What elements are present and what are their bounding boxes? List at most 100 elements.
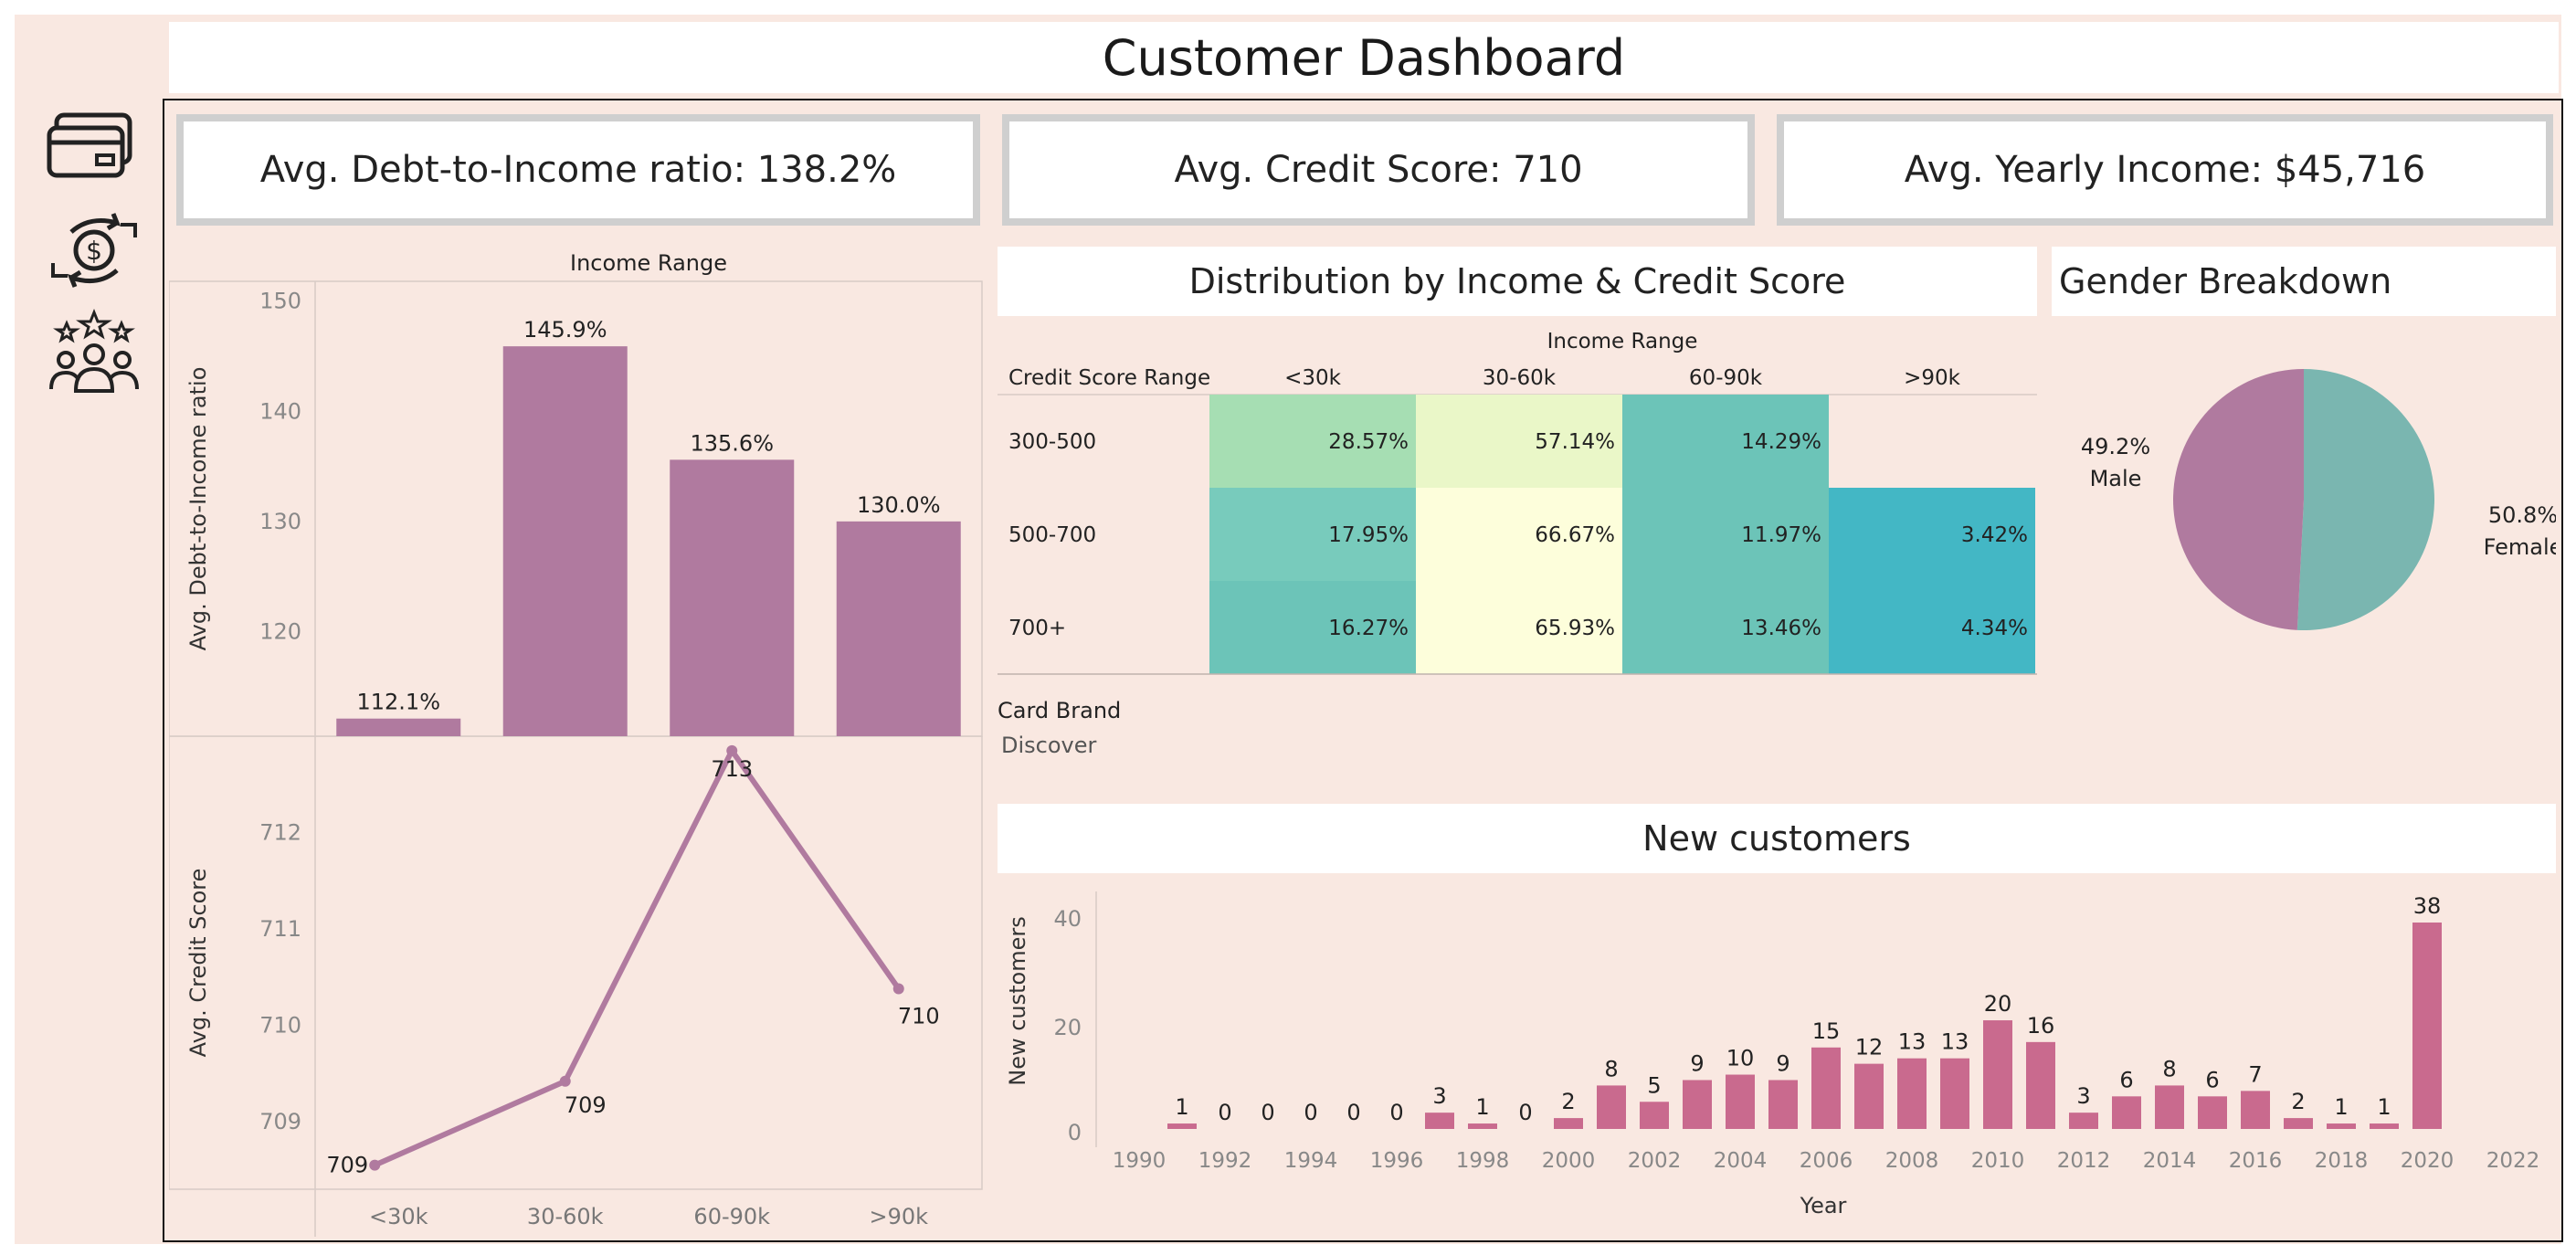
new-y-axis-label: New customers <box>1005 916 1030 1086</box>
dti-bar[interactable] <box>336 718 461 736</box>
year-x-tick: 1994 <box>1284 1149 1338 1173</box>
new-customers-bar-label: 9 <box>1776 1050 1789 1076</box>
pie-slice-female[interactable] <box>2296 369 2434 630</box>
new-y-tick: 40 <box>1053 906 1082 932</box>
year-x-tick: 1996 <box>1370 1149 1424 1173</box>
new-customers-bar-label: 13 <box>1941 1029 1969 1055</box>
new-customers-title: New customers <box>998 804 2556 873</box>
dti-bar-label: 145.9% <box>523 317 607 343</box>
credit-point[interactable] <box>559 1075 571 1087</box>
new-customers-bar[interactable] <box>1167 1123 1197 1129</box>
pie-value-label: 50.8% <box>2488 502 2556 528</box>
year-x-tick: 1992 <box>1198 1149 1252 1173</box>
credit-point-label: 710 <box>898 1003 940 1028</box>
pie-slice-male[interactable] <box>2173 369 2304 630</box>
dti-bar[interactable] <box>502 346 628 736</box>
heatmap-row-header: Credit Score Range <box>1008 366 1210 390</box>
credit-score-line-chart: Avg. Credit Score 709 710 711 712 709 709 713 71… <box>169 736 983 1237</box>
new-customers-bar[interactable] <box>1940 1058 1969 1129</box>
new-customers-bar-label: 8 <box>2162 1056 2176 1081</box>
new-customers-bar[interactable] <box>1597 1085 1626 1129</box>
new-customers-bar[interactable] <box>2026 1041 2055 1129</box>
new-customers-bar[interactable] <box>2241 1091 2270 1129</box>
heatmap-cell-value: 3.42% <box>1961 523 2028 547</box>
year-x-tick: 2006 <box>1800 1149 1853 1173</box>
new-customers-bar[interactable] <box>1683 1080 1712 1129</box>
new-customers-bar[interactable] <box>1811 1047 1841 1129</box>
new-customers-bar-label: 5 <box>1647 1072 1661 1098</box>
new-customers-bar-label: 0 <box>1518 1100 1532 1125</box>
credit-y-axis-label: Avg. Credit Score <box>185 869 211 1058</box>
income-x-tick: >90k <box>869 1204 928 1229</box>
dti-bar-label: 135.6% <box>690 430 774 456</box>
credit-point-label: 709 <box>326 1153 368 1178</box>
new-customers-bar-label: 9 <box>1690 1050 1704 1076</box>
credit-point[interactable] <box>726 744 738 756</box>
new-customers-bar[interactable] <box>1768 1080 1798 1129</box>
credit-line <box>374 747 902 1168</box>
credit-point[interactable] <box>892 983 904 995</box>
new-customers-bar-label: 0 <box>1304 1100 1317 1125</box>
new-customers-bar-label: 6 <box>2119 1067 2133 1092</box>
new-customers-bar[interactable] <box>1640 1102 1669 1129</box>
heatmap-row-label: 500-700 <box>1008 523 1096 547</box>
pie-category-label: Male <box>2090 466 2142 491</box>
new-customers-bar[interactable] <box>2327 1123 2356 1129</box>
debt-to-income-bar-chart: Income Range Avg. Debt-to-Income ratio 120… <box>169 250 983 737</box>
credit-point-label: 709 <box>565 1092 607 1118</box>
year-x-tick: 2004 <box>1714 1149 1768 1173</box>
kpi-debt-to-income: Avg. Debt-to-Income ratio: 138.2% <box>176 114 980 226</box>
new-customers-bar[interactable] <box>2198 1096 2227 1129</box>
gender-title: Gender Breakdown <box>2052 247 2556 316</box>
new-customers-bar-label: 2 <box>2291 1089 2305 1114</box>
year-x-tick: 2000 <box>1542 1149 1596 1173</box>
new-customers-bar[interactable] <box>1726 1074 1755 1129</box>
heatmap-cell-value: 28.57% <box>1328 430 1409 454</box>
new-customers-bar[interactable] <box>1854 1063 1884 1129</box>
heatmap-cell-value: 13.46% <box>1741 617 1821 640</box>
customers-rating-icon[interactable] <box>44 307 144 398</box>
new-customers-bar[interactable] <box>2112 1096 2141 1129</box>
kpi-yearly-income: Avg. Yearly Income: $45,716 <box>1777 114 2553 226</box>
new-customers-bar[interactable] <box>2155 1085 2184 1129</box>
year-x-tick: 2016 <box>2229 1149 2283 1173</box>
dti-bar[interactable] <box>670 459 795 736</box>
heatmap-cell-value: 4.34% <box>1961 617 2028 640</box>
new-customers-bar-label: 2 <box>1561 1089 1575 1114</box>
dti-y-tick: 150 <box>259 289 301 314</box>
new-customers-bar[interactable] <box>2069 1113 2098 1129</box>
new-customers-bar[interactable] <box>1983 1020 2012 1129</box>
new-customers-bar-label: 20 <box>1984 991 2012 1017</box>
income-x-tick: 60-90k <box>693 1204 770 1229</box>
year-x-tick: 2012 <box>2057 1149 2111 1173</box>
heatmap-column-header: Income Range <box>1547 330 1698 353</box>
heatmap-cell-value: 66.67% <box>1535 523 1615 547</box>
heatmap-cell-value: 65.93% <box>1535 617 1615 640</box>
money-exchange-icon[interactable]: $ <box>44 205 144 296</box>
credit-point[interactable] <box>369 1159 381 1171</box>
year-x-tick: 2002 <box>1628 1149 1682 1173</box>
new-customers-bar-label: 0 <box>1261 1100 1274 1125</box>
new-customers-bar[interactable] <box>2412 923 2442 1129</box>
dti-bar[interactable] <box>836 521 961 736</box>
dti-y-tick: 130 <box>259 509 301 534</box>
new-customers-bar[interactable] <box>1468 1123 1497 1129</box>
year-x-tick: 1990 <box>1113 1149 1167 1173</box>
credit-cards-icon[interactable] <box>44 99 144 190</box>
new-customers-bar-label: 0 <box>1346 1100 1360 1125</box>
card-brand-filter-value[interactable]: Discover <box>1001 733 1096 758</box>
dti-bar-label: 130.0% <box>857 492 941 518</box>
new-customers-bar[interactable] <box>1554 1118 1583 1129</box>
heatmap-row-label: 700+ <box>1008 617 1066 640</box>
year-x-tick: 2010 <box>1971 1149 2025 1173</box>
new-customers-bar[interactable] <box>2370 1123 2399 1129</box>
new-customers-bar[interactable] <box>2284 1118 2313 1129</box>
year-x-tick: 2020 <box>2401 1149 2455 1173</box>
new-customers-bar-label: 13 <box>1898 1029 1927 1055</box>
new-customers-bar[interactable] <box>1897 1058 1927 1129</box>
pie-category-label: Female <box>2484 534 2556 560</box>
new-customers-bar-label: 10 <box>1726 1046 1755 1071</box>
new-customers-bar[interactable] <box>1425 1113 1454 1129</box>
heatmap-cell-value: 11.97% <box>1741 523 1821 547</box>
heatmap-cell-value: 16.27% <box>1328 617 1409 640</box>
